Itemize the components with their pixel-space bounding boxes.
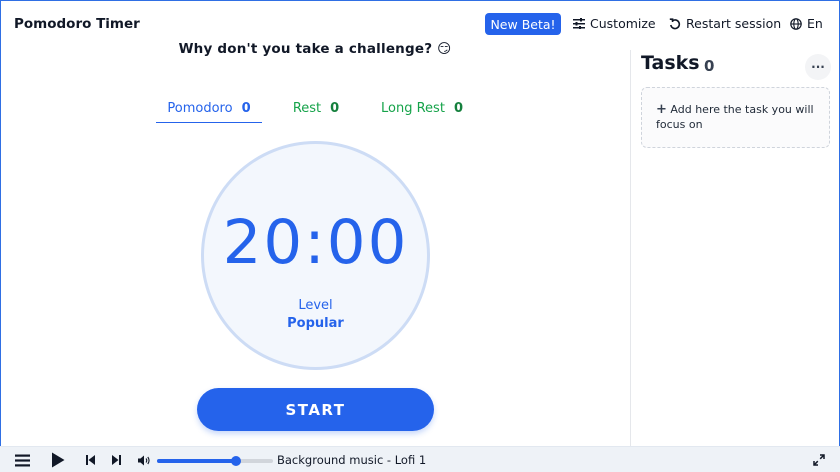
restart-icon — [669, 17, 681, 30]
language-selector[interactable]: En — [790, 16, 823, 31]
menu-icon[interactable] — [14, 452, 31, 468]
tab-label: Pomodoro — [167, 101, 233, 116]
play-icon[interactable] — [50, 451, 66, 469]
tab-count: 0 — [241, 101, 251, 116]
new-beta-button[interactable]: New Beta! — [485, 13, 561, 35]
timer-circle: 20:00 Level Popular — [201, 141, 430, 370]
sliders-icon — [573, 18, 585, 29]
tasks-title: Tasks — [641, 52, 700, 74]
tab-label: Rest — [292, 101, 322, 116]
next-icon[interactable] — [111, 454, 122, 466]
level-value[interactable]: Popular — [204, 316, 427, 331]
restart-label: Restart session — [686, 16, 782, 31]
start-button[interactable]: START — [197, 388, 434, 431]
level-label: Level — [298, 298, 333, 313]
volume-icon[interactable] — [137, 454, 151, 466]
tasks-panel: Tasks 0 ··· + Add here the task you will… — [630, 50, 839, 446]
challenge-text: Why don't you take a challenge? 😏 — [178, 41, 452, 57]
tab-label: Long Rest — [381, 101, 445, 116]
add-task-label: Add here the task you will focus on — [656, 103, 814, 131]
tab-pomodoro[interactable]: Pomodoro 0 — [156, 101, 262, 123]
tab-count: 0 — [453, 101, 463, 116]
tab-count: 0 — [330, 101, 340, 116]
add-task-box[interactable]: + Add here the task you will focus on — [641, 87, 830, 148]
customize-button[interactable]: Customize — [573, 16, 656, 31]
fullscreen-icon[interactable] — [812, 453, 825, 466]
app-title: Pomodoro Timer — [14, 16, 140, 32]
tasks-more-button[interactable]: ··· — [805, 54, 831, 80]
music-player-bar: Background music - Lofi 1 — [0, 446, 840, 472]
restart-session-button[interactable]: Restart session — [669, 16, 781, 31]
track-name: Background music - Lofi 1 — [277, 453, 427, 467]
tab-long-rest[interactable]: Long Rest 0 — [378, 101, 466, 123]
tasks-count: 0 — [704, 57, 715, 75]
volume-slider[interactable] — [157, 456, 273, 466]
globe-icon — [790, 17, 802, 30]
customize-label: Customize — [590, 16, 656, 31]
volume-slider-fill — [157, 459, 236, 463]
top-bar: Pomodoro Timer New Beta! Customize Resta… — [0, 0, 840, 46]
volume-slider-thumb[interactable] — [230, 456, 241, 466]
plus-icon: + — [656, 102, 667, 117]
timer-display: 20:00 — [222, 207, 409, 278]
language-label: En — [807, 16, 823, 31]
previous-icon[interactable] — [85, 454, 96, 466]
tab-rest[interactable]: Rest 0 — [286, 101, 346, 123]
